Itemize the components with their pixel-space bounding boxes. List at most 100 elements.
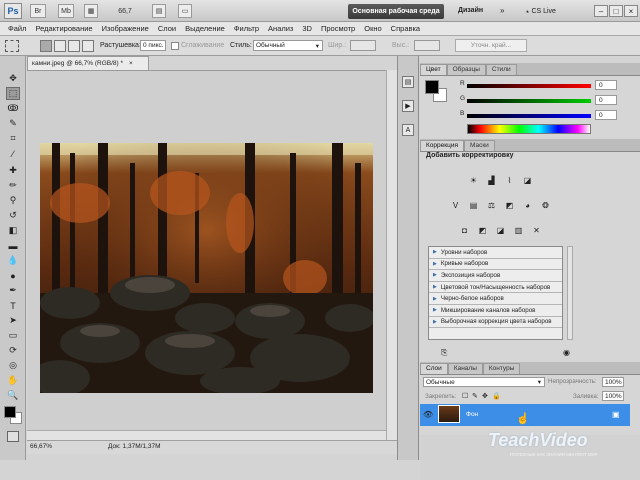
color-spectrum-ramp[interactable]: [467, 124, 591, 134]
preset-row[interactable]: ▶ Цветовой тон/Насыщенность наборов: [429, 282, 562, 294]
tab-masks[interactable]: Маски: [463, 140, 495, 151]
red-slider[interactable]: [467, 84, 591, 88]
fill-input[interactable]: 100%: [602, 391, 624, 401]
move-tool-icon[interactable]: ✥: [6, 72, 20, 85]
menu-analysis[interactable]: Анализ: [268, 24, 293, 33]
path-selection-tool-icon[interactable]: ➤: [6, 314, 20, 327]
tab-paths[interactable]: Контуры: [482, 363, 521, 374]
mini-bridge-button[interactable]: Mb: [58, 4, 74, 18]
menu-window[interactable]: Окно: [364, 24, 381, 33]
blue-slider[interactable]: [467, 114, 591, 118]
refine-edge-button[interactable]: Уточн. край...: [455, 39, 527, 52]
document-image[interactable]: [40, 143, 373, 393]
width-input[interactable]: [350, 40, 376, 51]
marquee-tool-preset-icon[interactable]: [5, 40, 19, 52]
blue-value-input[interactable]: 0: [595, 110, 617, 120]
cs-live-button[interactable]: ◔ CS Live: [524, 5, 572, 18]
blur-tool-icon[interactable]: 💧: [6, 254, 20, 267]
menu-3d[interactable]: 3D: [302, 24, 312, 33]
return-to-list-icon[interactable]: ⎘: [441, 348, 447, 358]
blend-mode-select[interactable]: Обычные ▾: [423, 377, 545, 387]
exposure-icon[interactable]: ◪: [521, 174, 534, 186]
quick-mask-icon[interactable]: [7, 431, 19, 442]
brush-tool-icon[interactable]: ✏: [6, 179, 20, 192]
lock-transparency-icon[interactable]: ☐: [462, 392, 468, 400]
lock-all-icon[interactable]: 🔒: [492, 392, 501, 400]
layer-name[interactable]: Фон: [466, 411, 478, 418]
preset-row[interactable]: ▶ Черно-белое наборов: [429, 293, 562, 305]
height-input[interactable]: [414, 40, 440, 51]
preset-row[interactable]: ▶ Экспозиция наборов: [429, 270, 562, 282]
preset-row[interactable]: ▶ Кривые наборов: [429, 259, 562, 271]
brightness-contrast-icon[interactable]: ☀: [467, 174, 480, 186]
style-select[interactable]: Обычный ▾: [253, 40, 323, 51]
eye-icon[interactable]: 👁: [423, 410, 433, 419]
close-icon[interactable]: ×: [129, 60, 133, 67]
document-tab[interactable]: камни.jpeg @ 66,7% (RGB/8) * ×: [27, 56, 149, 70]
type-tool-icon[interactable]: T: [6, 299, 20, 312]
horizontal-scrollbar[interactable]: [27, 430, 386, 440]
tab-channels[interactable]: Каналы: [447, 363, 483, 374]
green-value-input[interactable]: 0: [595, 95, 617, 105]
preset-row[interactable]: ▶ Уровни наборов: [429, 247, 562, 259]
posterize-icon[interactable]: ◩: [476, 224, 489, 236]
clip-to-layer-icon[interactable]: ◉: [563, 348, 570, 357]
vibrance-icon[interactable]: V: [449, 199, 462, 211]
channel-mixer-icon[interactable]: ❂: [539, 199, 552, 211]
quick-selection-tool-icon[interactable]: ✎: [6, 117, 20, 130]
lock-position-icon[interactable]: ✥: [482, 392, 488, 400]
menu-filter[interactable]: Фильтр: [234, 24, 259, 33]
dodge-tool-icon[interactable]: ●: [6, 269, 20, 282]
intersect-selection-icon[interactable]: [82, 40, 94, 52]
selective-color-icon[interactable]: ✕: [530, 224, 543, 236]
menu-file[interactable]: Файл: [8, 24, 26, 33]
close-button[interactable]: ×: [624, 5, 638, 17]
menu-image[interactable]: Изображение: [102, 24, 149, 33]
levels-icon[interactable]: ▟: [485, 174, 498, 186]
clone-stamp-tool-icon[interactable]: ⚲: [6, 194, 20, 207]
presets-scrollbar[interactable]: [567, 246, 573, 340]
preset-row[interactable]: ▶ Выборочная коррекция цвета наборов: [429, 317, 562, 329]
history-panel-icon[interactable]: ▤: [402, 76, 414, 88]
tab-styles[interactable]: Стили: [485, 64, 517, 75]
zoom-level[interactable]: 66,7: [114, 4, 136, 18]
chevron-right-icon[interactable]: »: [500, 6, 504, 15]
zoom-readout[interactable]: 66,67%: [30, 443, 52, 450]
menu-layer[interactable]: Слои: [158, 24, 176, 33]
foreground-color-chip[interactable]: [425, 80, 439, 94]
tab-swatches[interactable]: Образцы: [446, 64, 486, 75]
lock-image-icon[interactable]: ✎: [472, 392, 478, 400]
3d-rotate-tool-icon[interactable]: ⟳: [6, 344, 20, 357]
shape-tool-icon[interactable]: ▭: [6, 329, 20, 342]
curves-icon[interactable]: ⌇: [503, 174, 516, 186]
color-balance-icon[interactable]: ⚖: [485, 199, 498, 211]
gradient-map-icon[interactable]: ▥: [512, 224, 525, 236]
tab-color[interactable]: Цвет: [420, 64, 447, 75]
threshold-icon[interactable]: ◪: [494, 224, 507, 236]
feather-input[interactable]: 0 пикс.: [140, 40, 166, 51]
black-white-icon[interactable]: ◩: [503, 199, 516, 211]
rectangular-marquee-tool-icon[interactable]: ⬚: [6, 87, 20, 100]
eraser-tool-icon[interactable]: ◧: [6, 224, 20, 237]
arrange-documents-button[interactable]: ▤: [152, 4, 166, 18]
crop-tool-icon[interactable]: ⌗: [6, 132, 20, 145]
antialias-checkbox[interactable]: [171, 42, 179, 50]
actions-panel-icon[interactable]: ▶: [402, 100, 414, 112]
gradient-tool-icon[interactable]: ▬: [6, 239, 20, 252]
tab-layers[interactable]: Слои: [420, 363, 448, 374]
hand-tool-icon[interactable]: ✋: [6, 374, 20, 387]
red-value-input[interactable]: 0: [595, 80, 617, 90]
workspace-essentials-button[interactable]: Основная рабочая среда: [348, 4, 444, 19]
history-brush-tool-icon[interactable]: ↺: [6, 209, 20, 222]
menu-select[interactable]: Выделение: [185, 24, 225, 33]
invert-icon[interactable]: ◘: [458, 224, 471, 236]
menu-edit[interactable]: Редактирование: [35, 24, 92, 33]
bridge-button[interactable]: Br: [30, 4, 46, 18]
new-selection-icon[interactable]: [40, 40, 52, 52]
view-extras-button[interactable]: ▦: [84, 4, 98, 18]
menu-view[interactable]: Просмотр: [321, 24, 355, 33]
menu-help[interactable]: Справка: [391, 24, 420, 33]
eyedropper-tool-icon[interactable]: ⁄: [6, 147, 20, 160]
minimize-button[interactable]: –: [594, 5, 608, 17]
screen-mode-button[interactable]: ▭: [178, 4, 192, 18]
